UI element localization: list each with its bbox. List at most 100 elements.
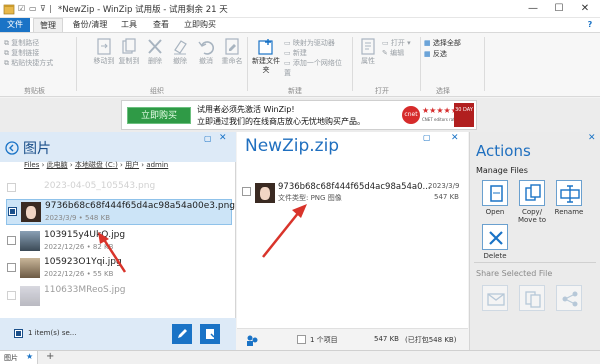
file-row[interactable]: 110633MReoS.jpg [6, 284, 232, 309]
tab-view[interactable]: 查看 [148, 18, 174, 32]
ad-line-1: 试用者必须先激活 WinZip! [197, 105, 295, 114]
rename-action-icon [560, 185, 580, 203]
rename-action-tile[interactable] [556, 180, 582, 206]
file-checkbox[interactable] [8, 207, 17, 216]
actions-pane: Actions ✕ Manage Files Open Copy/ Move t… [469, 132, 600, 350]
copy-path-button[interactable]: ⧉ 复制路径 [4, 38, 70, 48]
file-thumbnail [20, 286, 40, 306]
breadcrumb-admin[interactable]: admin [146, 161, 168, 169]
zip-packed-size: (已打包548 KB) [405, 336, 457, 344]
map-drive-button[interactable]: ▭ 映射为驱动器 [284, 38, 346, 48]
qa-dropdown-icon[interactable]: ⊽ [40, 4, 46, 13]
ad-buy-now-button[interactable]: 立即购买 [127, 107, 191, 124]
bottom-tab-bar: 图片 ★ + [0, 350, 600, 364]
tab-buy-now[interactable]: 立即购买 [180, 18, 220, 32]
select-all-checkbox[interactable] [14, 329, 23, 338]
ribbon-separator [76, 37, 77, 91]
new-folder-icon [258, 39, 273, 55]
properties-button[interactable]: 属性 [356, 38, 380, 66]
file-name: 2023-04-05_105543.png [44, 181, 156, 191]
paste-shortcut-button[interactable]: ⧉ 粘贴快捷方式 [4, 58, 70, 68]
qa-folder-icon[interactable]: ▭ [29, 4, 37, 13]
new-group-label: 新建 [288, 87, 302, 95]
new-folder-button[interactable]: 新建文件夹 [252, 38, 280, 75]
ribbon: ⧉ 复制路径 ⧉ 复制链接 ⧉ 粘贴快捷方式 剪贴板 移动到 复制到 删除 撤除… [0, 32, 600, 97]
move-to-button[interactable]: 移动到 [92, 38, 116, 66]
cloud-share-button[interactable] [519, 285, 545, 311]
select-all-button[interactable]: ▦ 选择全部 [424, 38, 484, 49]
open-button[interactable]: ▭ 打开 ▾ [382, 38, 420, 48]
item-count: 1 个项目 [310, 336, 338, 344]
zip-file-checkbox[interactable] [242, 187, 251, 196]
rename-ribbon-button[interactable]: 重命名 [220, 38, 244, 66]
tab-backup-cleanup[interactable]: 备份/清理 [68, 18, 112, 32]
pane-pin-icon[interactable]: ▢ [204, 134, 212, 143]
back-arrow-icon[interactable] [5, 141, 19, 155]
copy-link-button[interactable]: ⧉ 复制链接 [4, 48, 70, 58]
favorite-star-icon[interactable]: ★ [26, 352, 33, 361]
breadcrumb-users[interactable]: 用户 [125, 161, 139, 169]
zip-contents-pane: NewZip.zip ▢ ✕ 9736b68c68f444f65d4ac98a5… [237, 132, 468, 350]
edit-button[interactable]: ✎ 编辑 [382, 48, 420, 58]
breadcrumb-files[interactable]: Files [24, 161, 39, 169]
zip-title: NewZip.zip [245, 136, 340, 156]
minimize-button[interactable]: — [520, 0, 546, 18]
help-icon[interactable]: ? [584, 18, 596, 32]
qa-properties-icon[interactable]: ☑ [18, 4, 25, 13]
share-people-icon[interactable] [245, 333, 259, 347]
email-share-button[interactable] [482, 285, 508, 311]
erase-button[interactable]: 撤除 [168, 38, 192, 66]
new-items-list: ▭ 映射为驱动器 ▭ 新建 ▭ 添加一个网络位置 [284, 38, 346, 78]
undo-button[interactable]: 撤消 [194, 38, 218, 66]
copy-to-icon [122, 38, 136, 54]
open-action-label: Open [485, 208, 505, 216]
file-checkbox[interactable] [7, 236, 16, 245]
share-selected-heading: Share Selected File [476, 269, 553, 278]
tab-pictures[interactable]: 图片 ★ [0, 351, 38, 364]
close-button[interactable]: ✕ [572, 0, 598, 18]
copy-move-action-tile[interactable] [519, 180, 545, 206]
file-checkbox[interactable] [7, 291, 16, 300]
edit-file-button[interactable] [172, 324, 192, 344]
copy-to-button[interactable]: 复制到 [117, 38, 141, 66]
maximize-button[interactable]: ☐ [546, 0, 572, 18]
open-group-label: 打开 [375, 87, 389, 95]
open-action-tile[interactable] [482, 180, 508, 206]
rating-stars: ★★★★★ [422, 106, 458, 115]
zip-file-name: 9736b68c68f444f65d4ac98a54a0... [278, 182, 431, 192]
invert-selection-button[interactable]: ▦ 反选 [424, 49, 484, 60]
add-network-location-button[interactable]: ▭ 添加一个网络位置 [284, 58, 346, 78]
file-checkbox[interactable] [7, 183, 16, 192]
pane-close-icon[interactable]: ✕ [219, 133, 227, 143]
move-to-icon [97, 38, 111, 55]
delete-x-icon [489, 231, 503, 245]
file-meta: 2023/3/9 • 548 KB [45, 214, 110, 222]
tab-file[interactable]: 文件 [0, 18, 30, 32]
file-checkbox[interactable] [7, 263, 16, 272]
ribbon-separator [484, 37, 485, 91]
social-share-button[interactable] [556, 285, 582, 311]
add-tab-button[interactable]: + [46, 351, 54, 362]
open-items-list: ▭ 打开 ▾ ✎ 编辑 [382, 38, 420, 58]
actions-close-icon[interactable]: ✕ [588, 133, 596, 143]
file-thumbnail [20, 231, 40, 251]
file-row[interactable]: 2023-04-05_105543.png [6, 179, 232, 197]
add-to-zip-button[interactable] [200, 324, 220, 344]
cloud-share-icon [525, 291, 541, 308]
file-row-selected[interactable]: 9736b68c68f444f65d4ac98a54a00e3.png 2023… [6, 199, 235, 225]
breadcrumb-this-pc[interactable]: 此电脑 [47, 161, 68, 169]
delete-action-tile[interactable] [482, 224, 508, 250]
delete-ribbon-button[interactable]: 删除 [143, 38, 167, 66]
tab-tools[interactable]: 工具 [116, 18, 142, 32]
tab-manage[interactable]: 管理 [33, 18, 63, 32]
breadcrumb-local-disk[interactable]: 本地磁盘 (C:) [75, 161, 118, 169]
new-item-button[interactable]: ▭ 新建 [284, 48, 346, 58]
zip-pane-pin-icon[interactable]: ▢ [423, 133, 431, 142]
zip-select-all-checkbox[interactable] [297, 335, 306, 344]
purchase-banner[interactable]: 立即购买 试用者必须先激活 WinZip! 立即通过我们的在线商店放心无忧地购买… [121, 100, 477, 130]
clipboard-group: ⧉ 复制路径 ⧉ 复制链接 ⧉ 粘贴快捷方式 [4, 38, 70, 68]
new-item-icon: ▭ [284, 49, 293, 57]
email-icon [487, 293, 505, 306]
zip-pane-close-icon[interactable]: ✕ [451, 133, 459, 143]
file-thumbnail [20, 258, 40, 278]
